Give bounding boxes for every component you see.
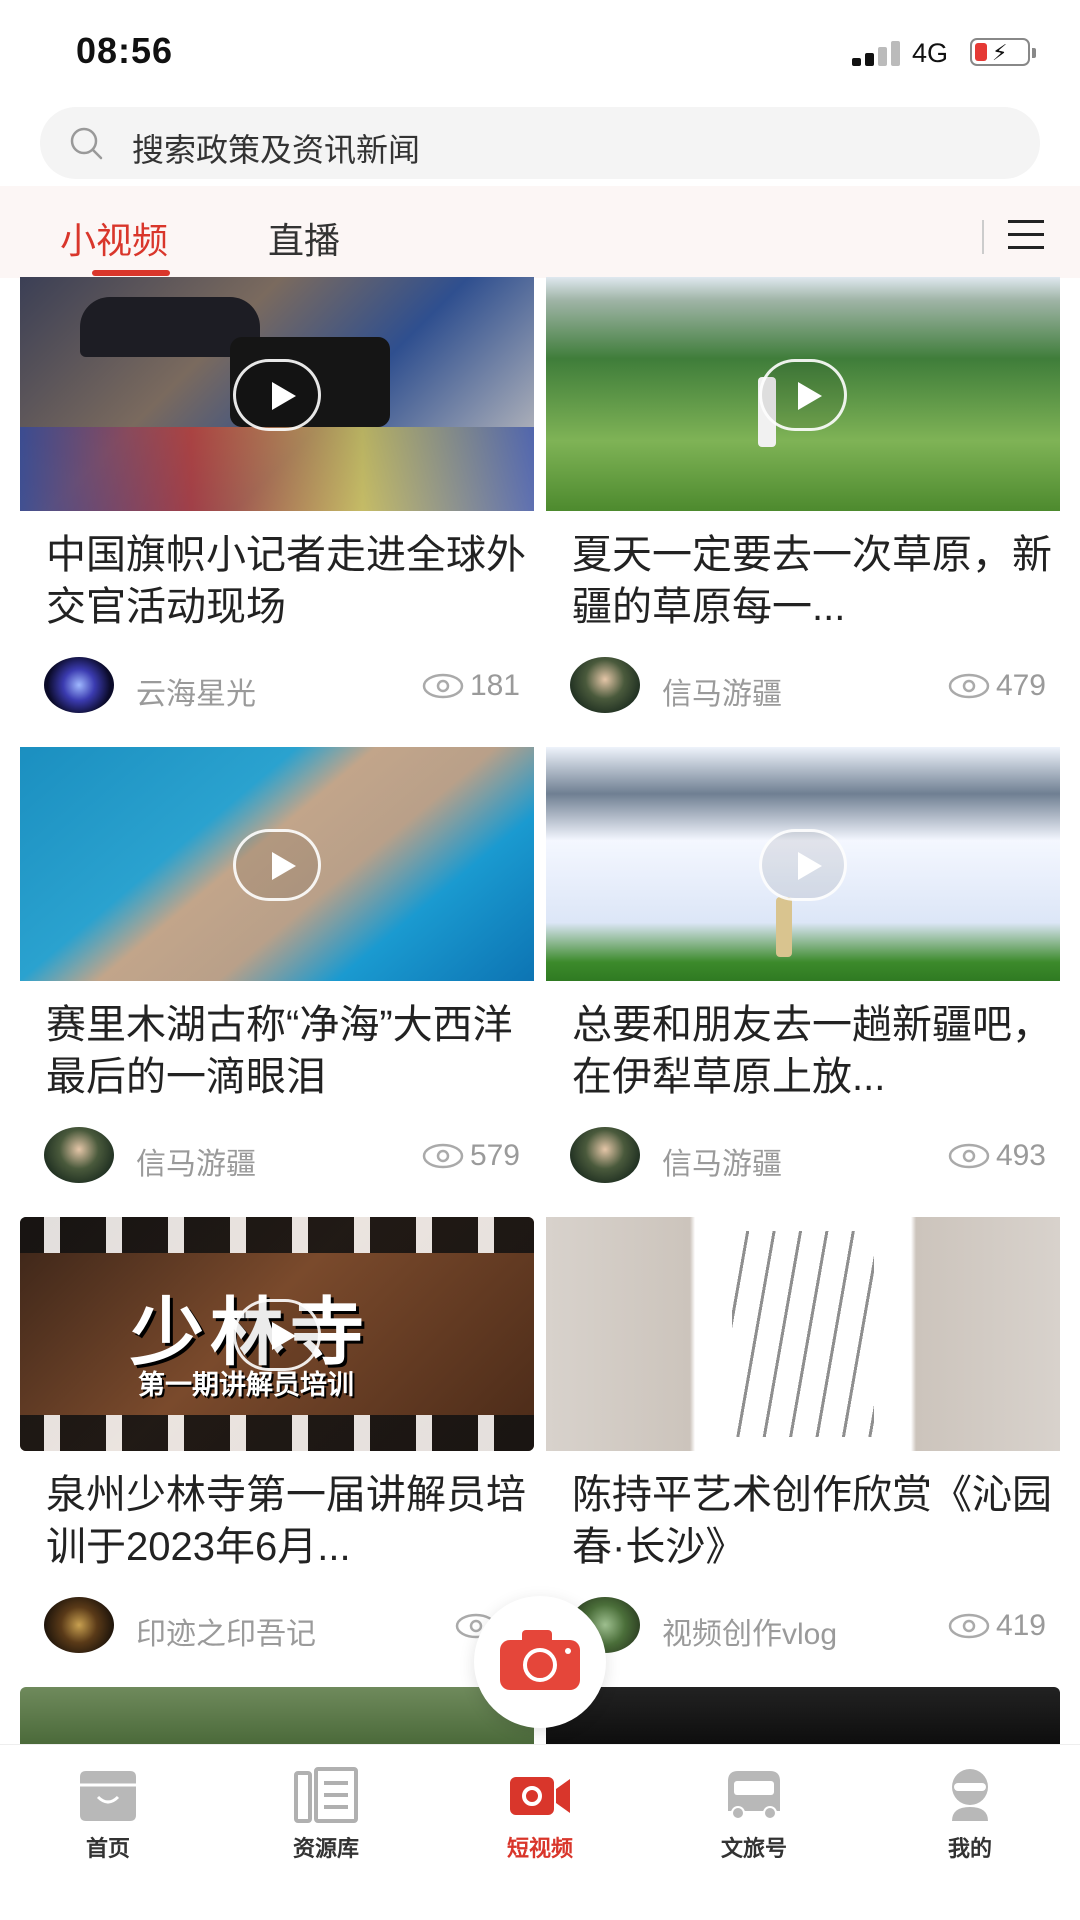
view-count-value: 579 [469, 1139, 520, 1172]
home-icon [80, 1771, 136, 1821]
tab-live[interactable]: 直播 [268, 212, 340, 264]
author-name: 视频创作vlog [662, 1618, 838, 1651]
status-bar: 08:56 4G ⚡ [0, 0, 1080, 104]
author-name: 印迹之印吾记 [136, 1618, 316, 1651]
video-thumbnail [20, 747, 534, 981]
nav-short-video[interactable]: 短视频 [460, 1759, 620, 1869]
video-card[interactable]: 夏天一定要去一次草原，新疆的草原每一... 信马游疆 479 [546, 277, 1060, 727]
video-thumbnail: 少林寺 第一期讲解员培训 [20, 1217, 534, 1451]
play-icon [759, 829, 847, 901]
video-card[interactable]: 中国旗帜小记者走进全球外交官活动现场 云海星光 181 [20, 277, 534, 727]
video-card[interactable]: 少林寺 第一期讲解员培训 泉州少林寺第一届讲解员培训于2023年6月... 印迹… [20, 1217, 534, 1667]
play-icon [233, 1299, 321, 1371]
view-count-value: 419 [995, 1609, 1046, 1642]
camera-button[interactable] [474, 1596, 606, 1728]
view-count: 579 [422, 1139, 520, 1173]
video-thumbnail [546, 277, 1060, 511]
search-placeholder: 搜索政策及资讯新闻 [132, 132, 421, 168]
active-tab-indicator [92, 270, 170, 276]
video-card[interactable]: 陈持平艺术创作欣赏《沁园春·长沙》 视频创作vlog 419 [546, 1217, 1060, 1667]
bus-icon [728, 1771, 780, 1820]
video-thumbnail[interactable] [20, 1687, 534, 1744]
nav-label: 资源库 [292, 1836, 359, 1861]
nav-label: 我的 [947, 1836, 992, 1861]
nav-label: 首页 [85, 1836, 130, 1861]
battery-icon: ⚡ [970, 38, 1036, 66]
avatar [570, 1127, 640, 1183]
search-bar[interactable]: 搜索政策及资讯新闻 [40, 107, 1040, 179]
menu-icon[interactable] [1008, 220, 1044, 250]
status-time: 08:56 [76, 30, 174, 71]
view-count: 419 [948, 1609, 1046, 1643]
author-name: 信马游疆 [662, 1148, 782, 1181]
avatar [44, 1597, 114, 1653]
thumbnail-subtitle: 第一期讲解员培训 [138, 1370, 354, 1400]
nav-label: 文旅号 [720, 1836, 787, 1861]
category-tab-bar: 小视频 直播 [0, 186, 1080, 278]
camera-icon [500, 1630, 580, 1690]
video-title: 陈持平艺术创作欣赏《沁园春·长沙》 [572, 1473, 1052, 1569]
play-icon [233, 359, 321, 431]
video-thumbnail [20, 277, 534, 511]
view-count: 493 [948, 1139, 1046, 1173]
nav-profile[interactable]: 我的 [890, 1759, 1050, 1869]
view-count: 479 [948, 669, 1046, 703]
video-thumbnail [546, 1217, 1060, 1451]
signal-icon [852, 40, 902, 66]
video-title: 夏天一定要去一次草原，新疆的草原每一... [572, 533, 1052, 629]
video-title: 泉州少林寺第一届讲解员培训于2023年6月... [46, 1473, 526, 1569]
avatar [570, 657, 640, 713]
video-thumbnail [546, 747, 1060, 981]
search-icon [70, 127, 103, 160]
author-name: 信马游疆 [662, 678, 782, 711]
eye-icon [948, 1613, 990, 1639]
play-icon [233, 829, 321, 901]
eye-icon [948, 673, 990, 699]
author-name: 信马游疆 [136, 1148, 256, 1181]
nav-culture-tourism[interactable]: 文旅号 [674, 1759, 834, 1869]
eye-icon [948, 1143, 990, 1169]
eye-icon [422, 1143, 464, 1169]
nav-library[interactable]: 资源库 [246, 1759, 406, 1869]
tab-divider [982, 220, 984, 254]
bottom-navigation: 首页 资源库 短视频 文旅号 我的 [0, 1744, 1080, 1920]
video-thumbnail[interactable] [546, 1687, 1060, 1744]
video-card[interactable]: 赛里木湖古称“净海”大西洋最后的一滴眼泪 信马游疆 579 [20, 747, 534, 1197]
play-icon [759, 359, 847, 431]
nav-home[interactable]: 首页 [28, 1759, 188, 1869]
view-count-value: 181 [469, 669, 520, 702]
library-icon [294, 1767, 358, 1823]
view-count: 181 [422, 669, 520, 703]
video-title: 中国旗帜小记者走进全球外交官活动现场 [46, 533, 526, 629]
view-count-value: 479 [995, 669, 1046, 702]
profile-icon [952, 1769, 988, 1821]
view-count-value: 493 [995, 1139, 1046, 1172]
video-card[interactable]: 总要和朋友去一趟新疆吧，在伊犁草原上放... 信马游疆 493 [546, 747, 1060, 1197]
video-title: 赛里木湖古称“净海”大西洋最后的一滴眼泪 [46, 1003, 513, 1099]
avatar [44, 1127, 114, 1183]
network-label: 4G [912, 38, 949, 68]
author-name: 云海星光 [136, 678, 256, 711]
tab-short-video[interactable]: 小视频 [60, 212, 168, 264]
avatar [44, 657, 114, 713]
nav-label: 短视频 [506, 1836, 573, 1861]
eye-icon [422, 673, 464, 699]
video-title: 总要和朋友去一趟新疆吧，在伊犁草原上放... [572, 1003, 1052, 1099]
video-camera-icon [510, 1777, 570, 1815]
